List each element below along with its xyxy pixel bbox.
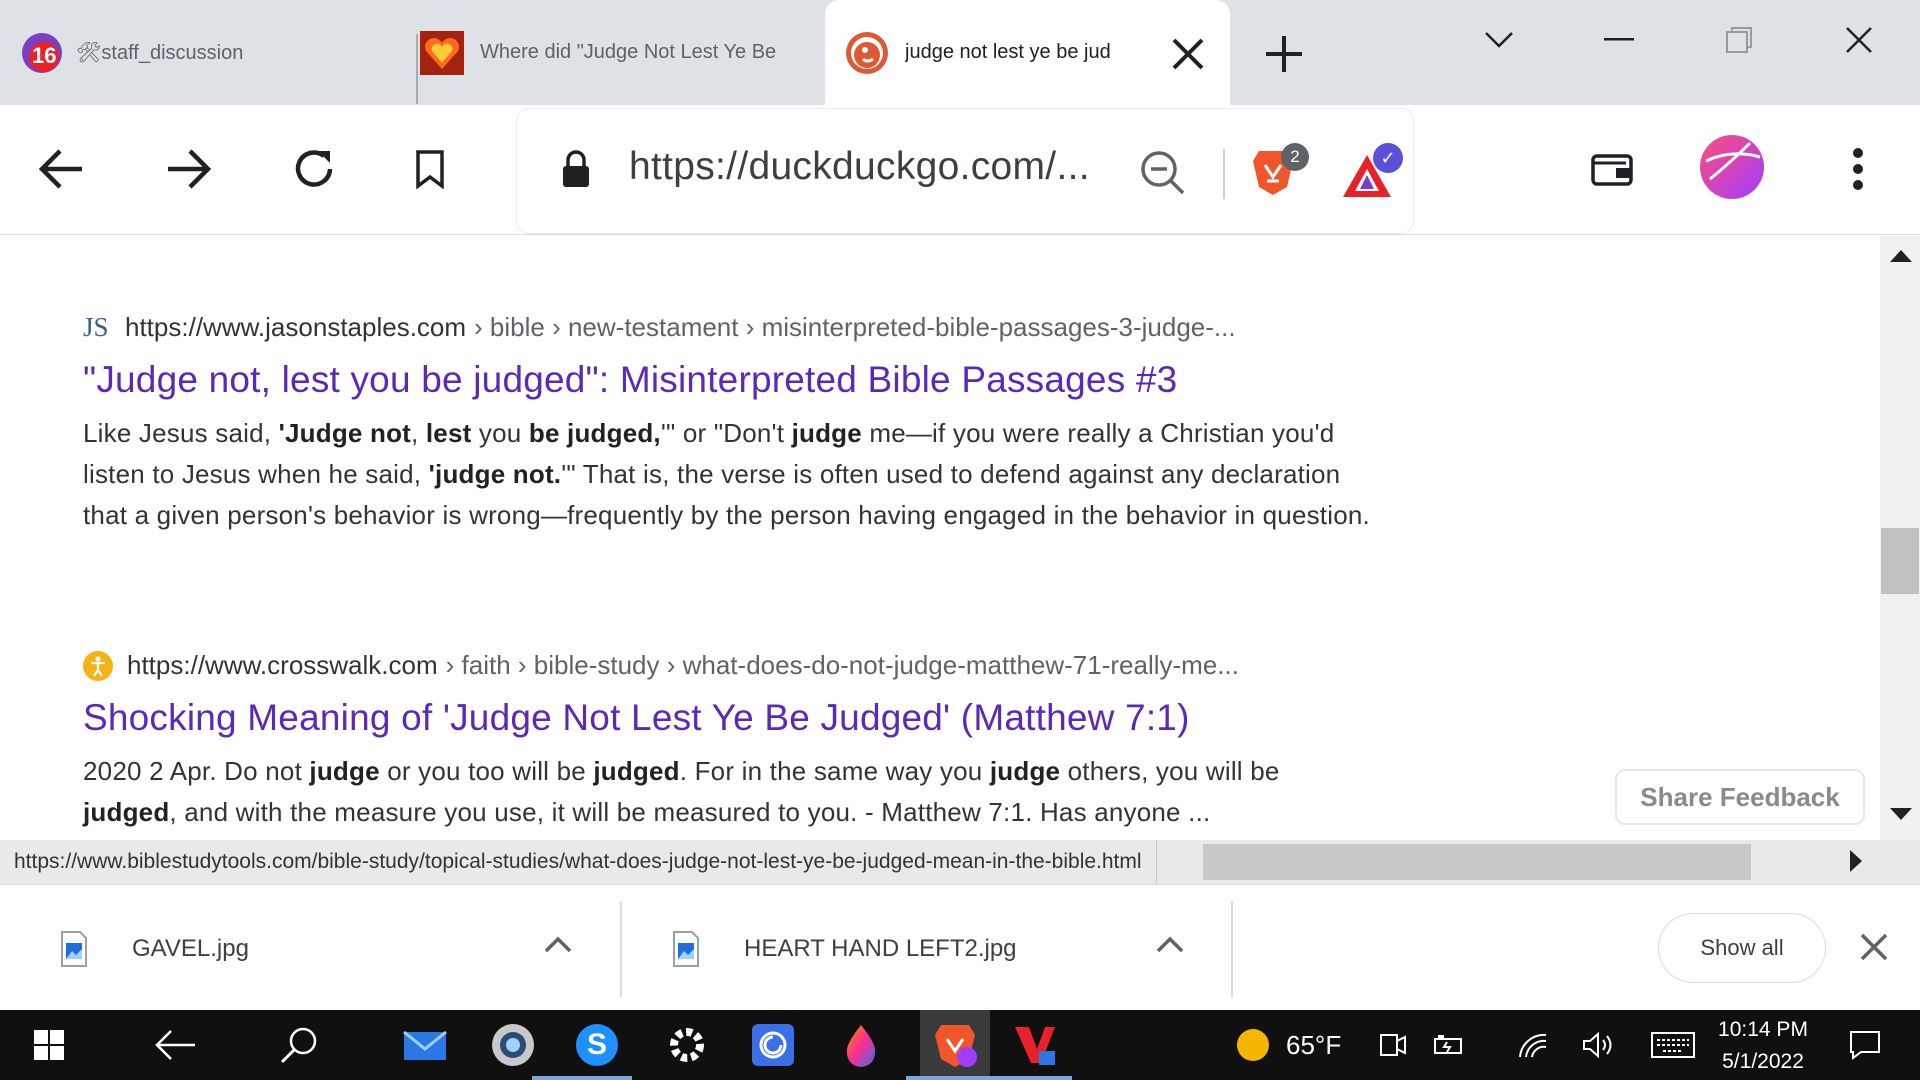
meet-now-icon[interactable] [1368, 1020, 1418, 1070]
result-site: https://www.jasonstaples.com [125, 312, 467, 342]
result-breadcrumbs: › faith › bible-study › what-does-do-not… [445, 650, 1239, 680]
windows-start-icon[interactable] [24, 1020, 74, 1070]
scroll-right-arrow-icon[interactable] [1850, 850, 1862, 872]
result-url-line[interactable]: JS https://www.jasonstaples.com › bible … [83, 312, 1373, 343]
lock-icon[interactable] [561, 149, 591, 189]
close-window-icon[interactable] [1834, 22, 1884, 58]
result-breadcrumbs: › bible › new-testament › misinterpreted… [474, 312, 1236, 342]
jasonstaples-favicon-icon: JS [83, 312, 109, 342]
image-file-icon [60, 931, 88, 967]
result-url-line[interactable]: https://www.crosswalk.com › faith › bibl… [83, 650, 1373, 681]
tab-title: judge not lest ye be jud [905, 41, 1111, 63]
mail-icon[interactable] [400, 1020, 450, 1070]
download-shelf: GAVEL.jpg HEART HAND LEFT2.jpg Show all [0, 884, 1920, 1010]
clock-time[interactable]: 10:14 PM [1718, 1018, 1808, 1042]
new-tab-icon[interactable] [1262, 32, 1306, 76]
notification-center-icon[interactable] [1840, 1020, 1890, 1070]
calendar-badge-icon: 16 [20, 31, 64, 75]
address-bar[interactable]: https://duckduckgo.com/... 2 ✓ [517, 109, 1413, 233]
chevron-up-icon[interactable] [538, 925, 578, 965]
more-menu-icon[interactable] [1830, 141, 1886, 197]
camera-app-icon[interactable] [488, 1020, 538, 1070]
show-all-downloads-button[interactable]: Show all [1658, 913, 1826, 983]
brave-shields-icon[interactable]: 2 [1251, 143, 1311, 199]
horizontal-scrollbar-thumb[interactable] [1203, 844, 1751, 880]
restore-icon[interactable] [1714, 22, 1764, 58]
skype-letter: S [576, 1024, 618, 1066]
reload-icon[interactable] [286, 141, 342, 197]
result-title-link[interactable]: "Judge not, lest you be judged": Misinte… [83, 359, 1373, 401]
battery-icon[interactable] [1424, 1020, 1474, 1070]
result-site: https://www.crosswalk.com [127, 650, 438, 680]
shield-count-badge: 2 [1281, 143, 1309, 171]
bookmark-icon[interactable] [402, 141, 458, 197]
volume-icon[interactable] [1574, 1020, 1624, 1070]
scroll-up-arrow-icon[interactable] [1890, 250, 1912, 262]
zoom-out-icon[interactable] [1139, 149, 1185, 195]
tab-where-did-judge-not[interactable]: Where did "Judge Not Lest Ye Be [420, 0, 820, 105]
search-results-page: JS https://www.jasonstaples.com › bible … [0, 236, 1880, 840]
settings-gear-icon[interactable] [662, 1020, 712, 1070]
vertical-scrollbar-thumb[interactable] [1881, 528, 1919, 594]
result-snippet: 2020 2 Apr. Do not judge or you too will… [83, 756, 1280, 827]
crosswalk-favicon-icon [83, 650, 113, 681]
download-filename: HEART HAND LEFT2.jpg [744, 935, 1017, 962]
heart-image-icon [420, 30, 464, 75]
weather-temperature[interactable]: 65°F [1286, 1030, 1341, 1061]
chevron-up-icon[interactable] [1150, 925, 1190, 965]
address-bar-divider [1223, 149, 1225, 199]
scroll-down-arrow-icon[interactable] [1890, 808, 1912, 820]
close-download-shelf-icon[interactable] [1856, 929, 1892, 965]
close-tab-icon[interactable] [1168, 34, 1208, 74]
url-text[interactable]: https://duckduckgo.com/... [629, 145, 1090, 189]
brave-rewards-icon[interactable]: ✓ [1341, 143, 1405, 199]
search-result: JS https://www.jasonstaples.com › bible … [83, 312, 1373, 536]
download-item[interactable]: HEART HAND LEFT2.jpg [672, 901, 1017, 997]
running-app-indicator [532, 1076, 632, 1080]
result-title-link[interactable]: Shocking Meaning of 'Judge Not Lest Ye B… [83, 697, 1373, 739]
keyboard-icon[interactable] [1648, 1020, 1698, 1070]
wifi-icon[interactable] [1508, 1020, 1558, 1070]
tab-badge-count: 16 [32, 42, 57, 68]
back-icon[interactable] [34, 141, 90, 197]
weather-sun-icon[interactable] [1228, 1020, 1278, 1070]
clock-date[interactable]: 5/1/2022 [1718, 1050, 1808, 1074]
skype-icon[interactable]: S [572, 1020, 622, 1070]
result-snippet: Like Jesus said, 'Judge not, lest you be… [83, 418, 1370, 530]
duckduckgo-icon [845, 31, 889, 75]
tab-strip: 16 🛠staff_discussion Where did "Judge No… [0, 0, 1920, 105]
image-file-icon [672, 931, 700, 967]
vpn-app-icon[interactable] [748, 1020, 798, 1070]
brave-browser-taskbar-icon[interactable] [920, 1010, 990, 1080]
profile-avatar[interactable] [1700, 135, 1764, 199]
link-status-url: https://www.biblestudytools.com/bible-st… [0, 840, 1157, 884]
minimize-icon[interactable] [1594, 22, 1644, 58]
download-separator [620, 901, 622, 997]
windows-taskbar: S 65°F 10:14 PM 5/1/2022 [0, 1010, 1920, 1080]
tab-title: Where did "Judge Not Lest Ye Be [480, 41, 777, 63]
vivaldi-like-icon[interactable] [1010, 1020, 1060, 1070]
horizontal-scrollbar[interactable]: https://www.biblestudytools.com/bible-st… [0, 840, 1920, 884]
verified-check-icon: ✓ [1373, 143, 1403, 173]
share-feedback-button[interactable]: Share Feedback [1615, 769, 1865, 825]
forward-icon[interactable] [160, 141, 216, 197]
browser-toolbar: https://duckduckgo.com/... 2 ✓ [0, 105, 1920, 235]
tab-staff-discussion[interactable]: 16 🛠staff_discussion [20, 0, 415, 105]
download-separator [1231, 901, 1233, 997]
tab-separator [416, 34, 418, 104]
download-item[interactable]: GAVEL.jpg [60, 901, 249, 997]
running-app-indicator [906, 1076, 1006, 1080]
wallet-icon[interactable] [1584, 141, 1640, 197]
tab-search-chevron-icon[interactable] [1474, 22, 1524, 58]
back-arrow-icon[interactable] [150, 1020, 200, 1070]
tab-title: 🛠staff_discussion [76, 42, 244, 64]
search-icon[interactable] [274, 1020, 324, 1070]
download-filename: GAVEL.jpg [132, 935, 249, 962]
running-app-indicator [1006, 1076, 1072, 1080]
search-result: https://www.crosswalk.com › faith › bibl… [83, 650, 1373, 833]
tab-judge-not-lest-ye-be[interactable]: judge not lest ye be jud [825, 0, 1230, 105]
paint-drop-icon[interactable] [836, 1020, 886, 1070]
